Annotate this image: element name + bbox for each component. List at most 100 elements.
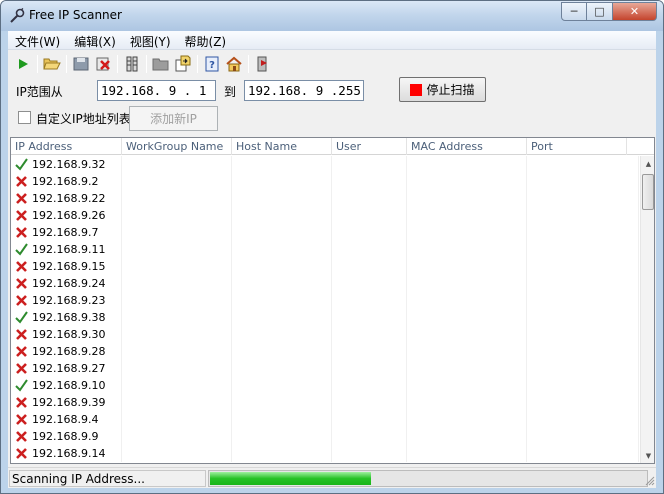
table-row[interactable]: 192.168.9.38 <box>11 309 639 326</box>
ip-address-text: 192.168.9.4 <box>32 413 99 426</box>
column-mac-address[interactable]: MAC Address <box>407 138 527 155</box>
column-ip-address[interactable]: IP Address <box>11 138 122 155</box>
close-button[interactable]: ✕ <box>613 2 657 21</box>
menu-help[interactable]: 帮助(Z) <box>178 31 234 49</box>
toolbar-separator <box>248 55 249 73</box>
cross-icon <box>16 176 27 187</box>
start-scan-button[interactable] <box>12 53 34 75</box>
table-row[interactable]: 192.168.9.39 <box>11 394 639 411</box>
scroll-thumb[interactable] <box>642 174 654 210</box>
table-cell <box>407 224 527 241</box>
menu-edit[interactable]: 编辑(X) <box>67 31 123 49</box>
table-cell <box>122 292 232 309</box>
table-cell <box>232 309 332 326</box>
table-cell <box>407 326 527 343</box>
table-cell <box>122 173 232 190</box>
table-row[interactable]: 192.168.9.23 <box>11 292 639 309</box>
stop-scan-button[interactable]: 停止扫描 <box>399 77 486 102</box>
table-row[interactable]: 192.168.9.30 <box>11 326 639 343</box>
table-cell <box>232 258 332 275</box>
toolbar-separator <box>37 55 38 73</box>
table-row[interactable]: 192.168.9.9 <box>11 428 639 445</box>
delete-button[interactable] <box>92 53 114 75</box>
menu-file[interactable]: 文件(W) <box>8 31 67 49</box>
export-button[interactable] <box>172 53 194 75</box>
table-row[interactable]: 192.168.9.28 <box>11 343 639 360</box>
table-cell <box>332 224 407 241</box>
custom-ip-checkbox[interactable] <box>18 111 31 124</box>
play-icon <box>19 59 28 69</box>
table-cell <box>527 292 639 309</box>
save-button[interactable] <box>70 53 92 75</box>
cell-ip-address: 192.168.9.28 <box>11 343 122 360</box>
table-row[interactable]: 192.168.9.24 <box>11 275 639 292</box>
toolbar-separator <box>66 55 67 73</box>
table-cell <box>332 207 407 224</box>
ip-to-input[interactable]: 192.168. 9 .255 <box>244 80 364 101</box>
table-cell <box>332 445 407 462</box>
table-cell <box>232 377 332 394</box>
minimize-button[interactable]: ─ <box>561 2 587 21</box>
table-row[interactable]: 192.168.9.2 <box>11 173 639 190</box>
table-cell <box>407 156 527 173</box>
table-cell <box>122 377 232 394</box>
table-row[interactable]: 192.168.9.7 <box>11 224 639 241</box>
scroll-down-arrow[interactable]: ▼ <box>641 448 654 463</box>
column-port[interactable]: Port <box>527 138 627 155</box>
open-button[interactable] <box>41 53 63 75</box>
table-row[interactable]: 192.168.9.11 <box>11 241 639 258</box>
list-header: IP Address WorkGroup Name Host Name User… <box>11 138 654 155</box>
client-area: 文件(W) 编辑(X) 视图(Y) 帮助(Z) ? IP范围从 192.168.… <box>8 31 656 488</box>
ip-address-text: 192.168.9.30 <box>32 328 106 341</box>
network-button[interactable] <box>121 53 143 75</box>
ip-address-text: 192.168.9.28 <box>32 345 106 358</box>
resize-grip-icon[interactable] <box>645 476 655 486</box>
table-row[interactable]: 192.168.9.32 <box>11 156 639 173</box>
home-button[interactable] <box>223 53 245 75</box>
cross-icon <box>16 193 27 204</box>
table-row[interactable]: 192.168.9.27 <box>11 360 639 377</box>
table-row[interactable]: 192.168.9.10 <box>11 377 639 394</box>
exit-button[interactable] <box>252 53 274 75</box>
table-row[interactable]: 192.168.9.26 <box>11 207 639 224</box>
table-cell <box>527 326 639 343</box>
table-cell <box>527 377 639 394</box>
table-cell <box>332 377 407 394</box>
ip-address-text: 192.168.9.26 <box>32 209 106 222</box>
table-cell <box>122 445 232 462</box>
column-host-name[interactable]: Host Name <box>232 138 332 155</box>
cell-ip-address: 192.168.9.23 <box>11 292 122 309</box>
cross-icon <box>16 414 27 425</box>
menu-view[interactable]: 视图(Y) <box>123 31 178 49</box>
table-cell <box>527 309 639 326</box>
maximize-button[interactable]: □ <box>587 2 613 21</box>
title-bar[interactable]: Free IP Scanner ─ □ ✕ <box>1 1 663 31</box>
table-row[interactable]: 192.168.9.22 <box>11 190 639 207</box>
ip-from-input[interactable]: 192.168. 9 . 1 <box>97 80 216 101</box>
ip-address-text: 192.168.9.39 <box>32 396 106 409</box>
table-row[interactable]: 192.168.9.4 <box>11 411 639 428</box>
cell-ip-address: 192.168.9.22 <box>11 190 122 207</box>
scroll-up-arrow[interactable]: ▲ <box>641 156 654 172</box>
folder-button[interactable] <box>150 53 172 75</box>
table-cell <box>232 411 332 428</box>
table-cell <box>527 173 639 190</box>
column-workgroup[interactable]: WorkGroup Name <box>122 138 232 155</box>
cross-icon <box>16 210 27 221</box>
vertical-scrollbar[interactable]: ▲ ▼ <box>640 156 654 463</box>
table-cell <box>122 309 232 326</box>
table-cell <box>407 258 527 275</box>
svg-text:?: ? <box>209 60 215 71</box>
add-ip-button[interactable]: 添加新IP <box>129 106 218 131</box>
table-cell <box>232 326 332 343</box>
table-row[interactable]: 192.168.9.15 <box>11 258 639 275</box>
table-cell <box>122 156 232 173</box>
table-cell <box>332 156 407 173</box>
table-row[interactable]: 192.168.9.14 <box>11 445 639 462</box>
table-cell <box>232 445 332 462</box>
table-cell <box>122 275 232 292</box>
table-cell <box>332 292 407 309</box>
table-cell <box>527 156 639 173</box>
help-button[interactable]: ? <box>201 53 223 75</box>
column-user[interactable]: User <box>332 138 407 155</box>
